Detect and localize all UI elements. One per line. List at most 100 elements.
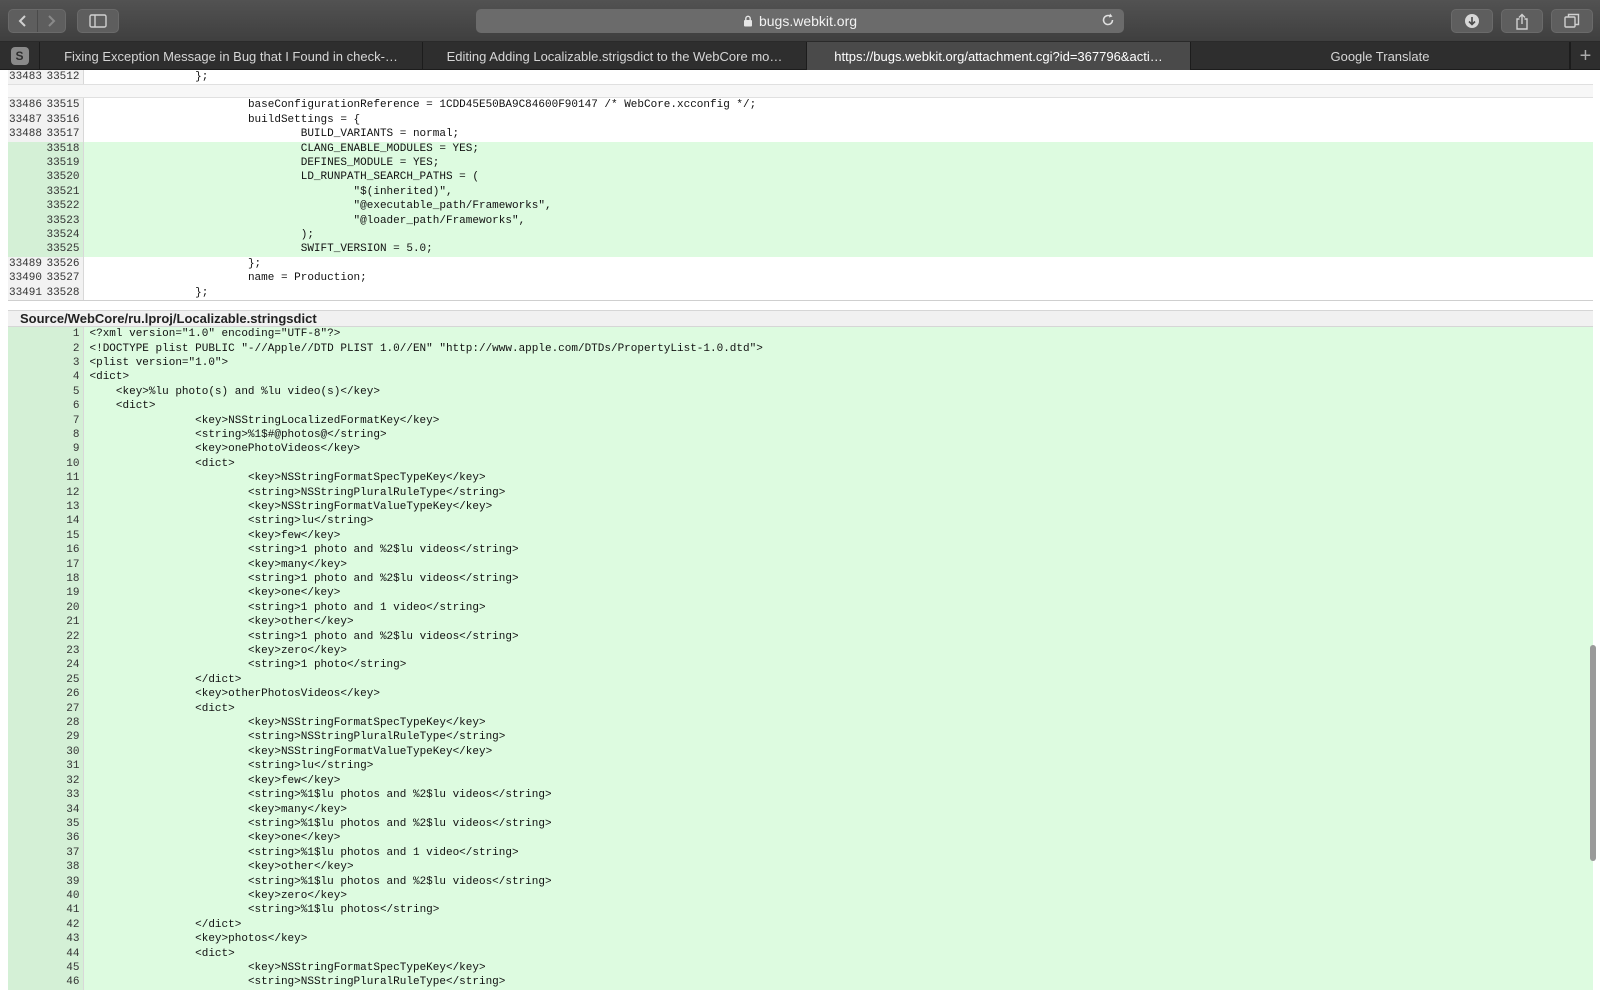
code-line: <dict>: [83, 946, 1593, 961]
old-line-number: [8, 572, 45, 587]
tab-4[interactable]: Google Translate: [1191, 42, 1570, 70]
diff-row-added: 35 <string>%1$lu photos and %2$lu videos…: [8, 816, 1593, 832]
code-line: };: [83, 256, 1593, 272]
code-line: LD_RUNPATH_SEARCH_PATHS = (: [83, 170, 1593, 185]
new-line-number: 22: [45, 629, 84, 645]
diff-row-added: 12 <string>NSStringPluralRuleType</strin…: [8, 485, 1593, 500]
diff-row-added: 1 <?xml version="1.0" encoding="UTF-8"?>: [8, 327, 1593, 342]
old-line-number: [8, 816, 45, 832]
plus-icon: +: [1579, 44, 1592, 67]
pinned-tab[interactable]: S: [0, 42, 40, 70]
code-line: <key>NSStringFormatSpecTypeKey</key>: [83, 960, 1593, 976]
code-line: <string>lu</string>: [83, 514, 1593, 529]
tab-1[interactable]: Fixing Exception Message in Bug that I F…: [40, 42, 423, 70]
code-line: baseConfigurationReference = 1CDD45E50BA…: [83, 98, 1593, 113]
code-line: };: [83, 70, 1593, 85]
old-line-number: [8, 600, 45, 616]
new-line-number: 26: [45, 687, 84, 702]
old-line-number: [8, 730, 45, 745]
new-line-number: 2: [45, 341, 84, 356]
diff-row-added: 36 <key>one</key>: [8, 831, 1593, 846]
scrollbar-thumb[interactable]: [1590, 645, 1596, 861]
sidebar-button[interactable]: [77, 9, 119, 33]
diff-table-stringsdict: 1 <?xml version="1.0" encoding="UTF-8"?> 2…: [8, 327, 1593, 990]
new-tab-button[interactable]: +: [1570, 42, 1600, 70]
code-line: <!DOCTYPE plist PUBLIC "-//Apple//DTD PL…: [83, 341, 1593, 356]
diff-table-top: 33483 33512 };: [8, 70, 1593, 85]
download-icon: [1465, 14, 1479, 28]
old-line-number: [8, 759, 45, 774]
old-line-number: [8, 399, 45, 414]
old-line-number: [8, 615, 45, 630]
diff-row-added: 41 <string>%1$lu photos</string>: [8, 903, 1593, 918]
tab-label: Fixing Exception Message in Bug that I F…: [64, 48, 398, 64]
code-line: <plist version="1.0">: [83, 355, 1593, 371]
old-line-number: [8, 384, 45, 400]
old-line-number: [8, 874, 45, 889]
new-line-number: 33521: [45, 184, 84, 200]
new-line-number: 39: [45, 874, 84, 889]
share-button[interactable]: [1501, 9, 1543, 33]
old-line-number: [8, 499, 45, 515]
diff-row-added: 19 <key>one</key>: [8, 586, 1593, 601]
code-line: <string>1 photo and %2$lu videos</string…: [83, 629, 1593, 645]
back-button[interactable]: [9, 10, 37, 32]
new-line-number: 24: [45, 658, 84, 673]
code-line: </dict>: [83, 917, 1593, 933]
new-line-number: 33518: [45, 141, 84, 157]
downloads-button[interactable]: [1451, 9, 1493, 33]
new-line-number: 42: [45, 917, 84, 933]
new-line-number: 33: [45, 788, 84, 803]
code-line: <dict>: [83, 456, 1593, 472]
diff-row-added: 23 <key>zero</key>: [8, 644, 1593, 659]
diff-row-added: 44 <dict>: [8, 946, 1593, 961]
file-path-header[interactable]: Source/WebCore/ru.lproj/Localizable.stri…: [8, 310, 1593, 328]
diff-row-added: 37 <string>%1$lu photos and 1 video</str…: [8, 845, 1593, 861]
old-line-number: [8, 831, 45, 846]
diff-row-added: 30 <key>NSStringFormatValueTypeKey</key>: [8, 744, 1593, 760]
chevron-left-icon: [18, 15, 26, 27]
new-line-number: 33516: [45, 112, 84, 128]
new-line-number: 30: [45, 744, 84, 760]
code-line: "$(inherited)",: [83, 184, 1593, 200]
old-line-number: 33488: [8, 127, 45, 142]
new-line-number: 43: [45, 932, 84, 947]
new-line-number: 12: [45, 485, 84, 500]
new-line-number: 33512: [45, 70, 84, 85]
diff-row-added: 20 <string>1 photo and 1 video</string>: [8, 600, 1593, 616]
new-line-number: 20: [45, 600, 84, 616]
code-line: <string>%1$lu photos and %2$lu videos</s…: [83, 874, 1593, 889]
forward-button[interactable]: [36, 10, 65, 32]
address-bar[interactable]: bugs.webkit.org: [476, 9, 1124, 33]
reload-icon[interactable]: [1100, 12, 1116, 31]
diff-row-added: 25 </dict>: [8, 672, 1593, 688]
new-line-number: 7: [45, 413, 84, 428]
old-line-number: [8, 687, 45, 702]
chevron-right-icon: [48, 15, 56, 27]
diff-row-added: 40 <key>zero</key>: [8, 888, 1593, 904]
diff-row: 33487 33516 buildSettings = {: [8, 112, 1593, 128]
new-line-number: 32: [45, 773, 84, 789]
old-line-number: [8, 156, 45, 171]
tab-3-active[interactable]: https://bugs.webkit.org/attachment.cgi?i…: [807, 42, 1191, 70]
old-line-number: [8, 960, 45, 976]
diff-row-added: 33522 "@executable_path/Frameworks",: [8, 199, 1593, 214]
diff-row-added: 33518 CLANG_ENABLE_MODULES = YES;: [8, 141, 1593, 157]
new-line-number: 8: [45, 427, 84, 443]
diff-row-added: 42 </dict>: [8, 917, 1593, 933]
tab-overview-button[interactable]: [1551, 9, 1593, 33]
diff-row-added: 46 <string>NSStringPluralRuleType</strin…: [8, 975, 1593, 990]
tab-2[interactable]: Editing Adding Localizable.strigsdict to…: [423, 42, 807, 70]
diff-row: 33483 33512 };: [8, 70, 1593, 85]
old-line-number: [8, 170, 45, 185]
new-line-number: 18: [45, 572, 84, 587]
code-line: CLANG_ENABLE_MODULES = YES;: [83, 141, 1593, 157]
new-line-number: 33522: [45, 199, 84, 214]
new-line-number: 31: [45, 759, 84, 774]
diff-row-added: 32 <key>few</key>: [8, 773, 1593, 789]
diff-row: 33488 33517 BUILD_VARIANTS = normal;: [8, 127, 1593, 142]
code-line: <key>one</key>: [83, 586, 1593, 601]
old-line-number: [8, 528, 45, 544]
code-line: <key>few</key>: [83, 528, 1593, 544]
code-line: <key>%lu photo(s) and %lu video(s)</key>: [83, 384, 1593, 400]
